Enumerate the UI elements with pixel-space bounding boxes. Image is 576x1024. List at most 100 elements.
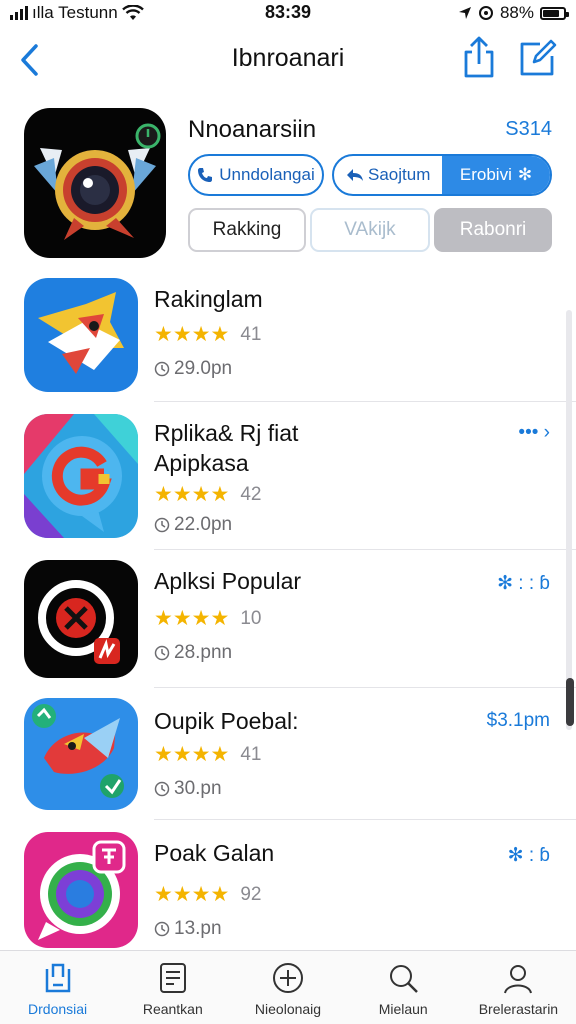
clock-icon — [154, 645, 170, 661]
list-item[interactable]: Rakinglam ★★★★ 41 29.0pn — [0, 270, 576, 402]
rating-count: 42 — [240, 483, 262, 505]
app-rating: ★★★★ 92 — [154, 882, 261, 907]
segment-second[interactable]: VAkijk — [310, 208, 430, 252]
document-icon — [159, 963, 186, 993]
segmented-action[interactable]: Saojtum Erobivi ✻ — [332, 154, 552, 196]
reply-icon — [347, 169, 363, 181]
app-title: Rakinglam — [154, 286, 263, 312]
app-time: 13.pn — [154, 918, 222, 940]
tab-label: Drdonsiai — [28, 1001, 88, 1017]
app-time: 22.0pn — [154, 514, 232, 536]
segmented-active[interactable]: Erobivi ✻ — [442, 156, 550, 194]
list-item[interactable]: Poak Galan ★★★★ 92 13.pn ✻ : ɓ — [0, 820, 576, 948]
action-button[interactable]: ✻ : : ɓ — [497, 572, 550, 595]
featured-app: Nnoanarsiin S314 Unndolangai Saojtum Ero… — [0, 100, 576, 270]
more-button[interactable]: ••• › — [518, 422, 550, 444]
time-label: 30.pn — [174, 778, 222, 799]
app-icon — [24, 560, 138, 678]
featured-app-icon[interactable] — [24, 108, 166, 258]
segment-ranking[interactable]: Rakking — [188, 208, 306, 252]
scrollbar-thumb[interactable] — [566, 678, 574, 726]
tab-new[interactable]: Nieolonaig — [230, 951, 345, 1024]
app-icon — [24, 832, 138, 948]
filter-segments: Rakking VAkijk Rabonri — [188, 208, 552, 252]
app-rating: ★★★★ 41 — [154, 322, 261, 347]
app-rating: ★★★★ 41 — [154, 742, 261, 767]
location-icon — [458, 7, 471, 19]
parrot-icon — [32, 704, 124, 798]
clock-icon — [154, 781, 170, 797]
list-item[interactable]: Oupik Poebal: ★★★★ 41 30.pn $3.1pm — [0, 688, 576, 820]
rating-count: 10 — [240, 607, 262, 629]
g-chat-icon — [24, 414, 138, 538]
time-label: 28.pnn — [174, 642, 233, 663]
carrier-label: ılla Testunn — [32, 3, 118, 22]
alarm-icon — [478, 6, 493, 20]
download-button[interactable]: Unndolangai — [188, 154, 324, 196]
rating-count: 92 — [240, 883, 262, 905]
compose-button[interactable] — [518, 38, 558, 78]
share-icon — [464, 36, 494, 78]
segmented-label-a: Saojtum — [368, 165, 431, 184]
app-title: Oupik Poebal: — [154, 708, 299, 734]
action-button[interactable]: ✻ : ɓ — [508, 844, 550, 867]
navigation-bar: Ibnroanari — [0, 32, 576, 86]
sparkle-icon: ✻ — [517, 165, 533, 184]
compose-icon — [520, 39, 557, 76]
search-icon — [390, 965, 419, 993]
account-icon — [504, 965, 533, 994]
tab-label: Mielaun — [378, 1001, 428, 1017]
phone-icon — [198, 168, 213, 182]
list-item[interactable]: Aplksi Popular ★★★★ 10 28.pnn ✻ : : ɓ — [0, 550, 576, 688]
app-time: 30.pn — [154, 778, 222, 800]
app-title: Poak Galan — [154, 840, 275, 866]
status-bar: ılla Testunn 83:39 88% — [0, 0, 576, 26]
chat-lens-icon — [38, 840, 126, 940]
star-icons: ★★★★ — [154, 323, 230, 346]
clock-icon — [154, 921, 170, 937]
app-icon — [24, 278, 138, 392]
star-icons: ★★★★ — [154, 483, 230, 506]
app-title: Aplksi Popular — [154, 568, 302, 594]
time-label: 22.0pn — [174, 514, 233, 535]
price-button[interactable]: $3.1pm — [487, 710, 550, 732]
tab-label: Brelerastarin — [478, 1001, 559, 1017]
status-left: ılla Testunn — [10, 3, 144, 23]
tab-documents[interactable]: Reantkan — [115, 951, 230, 1024]
clock-icon — [154, 361, 170, 377]
share-button[interactable] — [460, 36, 498, 80]
featured-app-price[interactable]: S314 — [505, 118, 552, 141]
tab-label: Nieolonaig — [254, 1001, 322, 1017]
app-rating: ★★★★ 42 — [154, 482, 261, 507]
scroll-track[interactable] — [566, 310, 572, 730]
clock-icon — [154, 517, 170, 533]
app-time: 28.pnn — [154, 642, 232, 664]
tab-today[interactable]: Drdonsiai — [0, 951, 115, 1024]
featured-app-name: Nnoanarsiin — [188, 116, 317, 143]
app-time: 29.0pn — [154, 358, 232, 380]
signal-icon — [10, 6, 28, 20]
wifi-icon — [121, 5, 144, 20]
bird-icon — [38, 292, 124, 374]
segmented-label-b: Erobivi — [459, 165, 512, 184]
time-label: 29.0pn — [174, 358, 233, 379]
tab-label: Reantkan — [142, 1001, 203, 1017]
camera-bird-icon — [34, 123, 161, 240]
app-rating: ★★★★ 10 — [154, 606, 261, 631]
record-icon — [38, 580, 120, 664]
list-item[interactable]: Rplika& Rj fiat Apipkasa ★★★★ 42 22.0pn … — [0, 402, 576, 550]
more-label: ••• — [518, 422, 539, 443]
star-icons: ★★★★ — [154, 883, 230, 906]
tab-search[interactable]: Mielaun — [346, 951, 461, 1024]
tab-account[interactable]: Brelerastarin — [461, 951, 576, 1024]
rating-count: 41 — [240, 743, 262, 765]
time-label: 13.pn — [174, 918, 222, 939]
star-icons: ★★★★ — [154, 607, 230, 630]
app-subtitle: Apipkasa — [154, 450, 249, 476]
app-title: Rplika& Rj fiat — [154, 420, 299, 446]
today-icon — [45, 963, 70, 993]
plus-circle-icon — [273, 963, 303, 993]
segment-third[interactable]: Rabonri — [434, 208, 552, 252]
battery-percent: 88% — [499, 3, 534, 22]
tab-bar: Drdonsiai Reantkan Nieolonaig Mielaun Br… — [0, 950, 576, 1024]
